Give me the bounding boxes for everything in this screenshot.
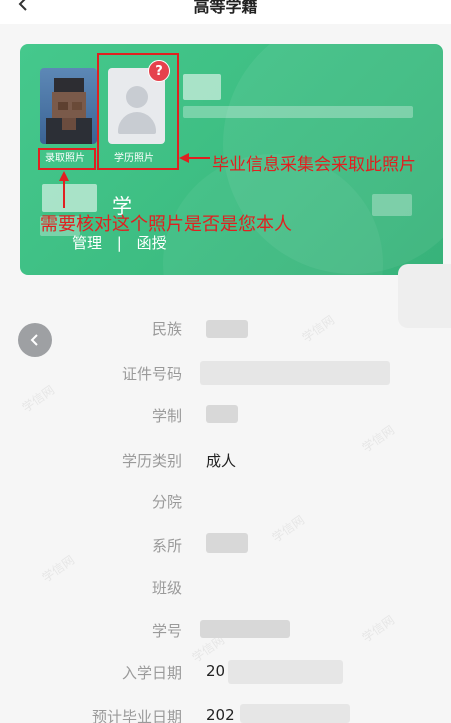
field-label-enroll-date: 入学日期 [121, 664, 182, 682]
annotation-right-note: 毕业信息采集会采取此照片 [212, 155, 416, 175]
field-value-education-type: 成人 [206, 452, 237, 470]
field-value-duration-redacted [206, 405, 238, 423]
field-value-department-redacted [206, 533, 248, 553]
field-label-class: 班级 [151, 579, 182, 597]
field-value-ethnicity-redacted [206, 320, 248, 338]
field-value-student-number-redacted [200, 620, 290, 638]
field-label-education-type: 学历类别 [121, 452, 182, 470]
field-value-enroll-date: 20 [206, 662, 226, 680]
field-value-enroll-date-redacted [228, 660, 343, 684]
field-value-graduation-date-redacted [240, 704, 350, 723]
field-label-branch: 分院 [151, 493, 182, 511]
field-label-graduation-date: 预计毕业日期 [91, 708, 182, 723]
field-value-id-number-redacted [200, 361, 390, 385]
field-label-ethnicity: 民族 [151, 320, 182, 338]
field-label-id-number: 证件号码 [121, 365, 182, 383]
side-tab[interactable] [398, 264, 451, 328]
field-label-student-number: 学号 [151, 622, 182, 640]
field-value-graduation-date: 202 [206, 706, 235, 723]
field-label-duration: 学制 [151, 407, 182, 425]
field-label-department: 系所 [151, 537, 182, 555]
annotation-left-note: 需要核对这个照片是否是您本人 [40, 214, 292, 235]
